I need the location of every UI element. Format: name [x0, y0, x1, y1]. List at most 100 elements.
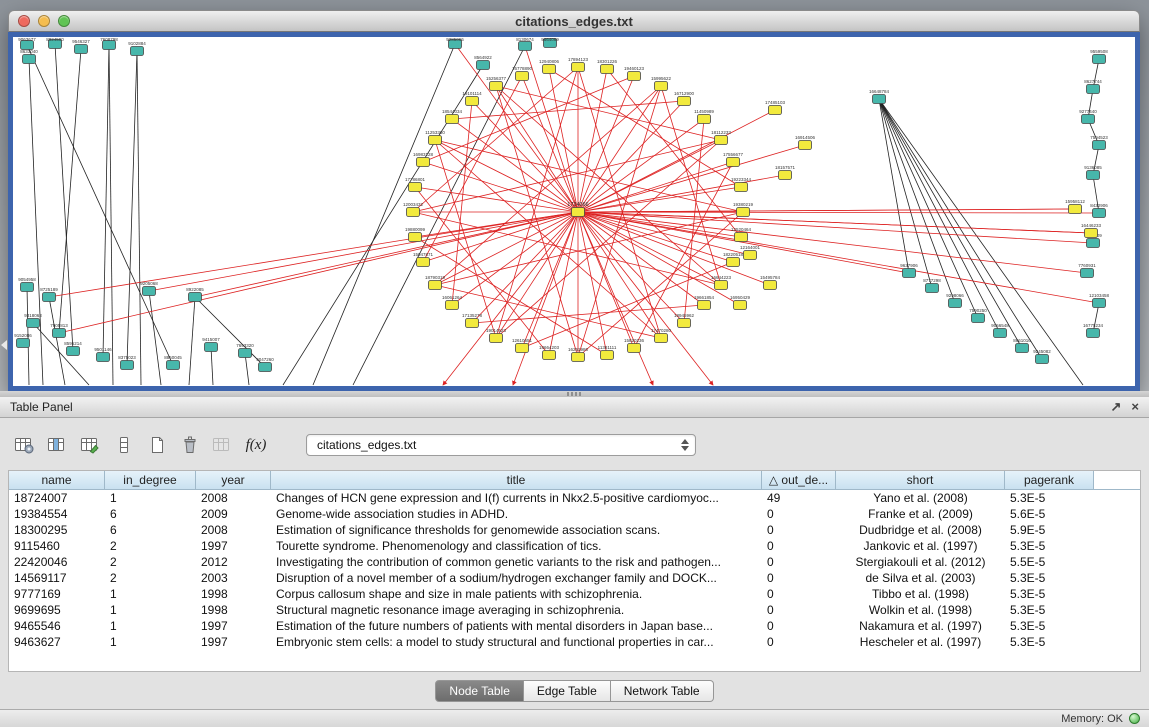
network-node[interactable]: [735, 233, 748, 242]
column-header-year[interactable]: year: [196, 471, 271, 490]
table-cell[interactable]: 9777169: [9, 587, 105, 601]
network-node[interactable]: [409, 233, 422, 242]
network-edge[interactable]: [103, 45, 109, 357]
network-node[interactable]: [769, 106, 782, 115]
network-edge[interactable]: [149, 291, 161, 385]
table-cell[interactable]: Disruption of a novel member of a sodium…: [271, 571, 762, 585]
network-node[interactable]: [23, 55, 36, 64]
network-edge[interactable]: [472, 101, 578, 212]
tab-network-table[interactable]: Network Table: [611, 680, 714, 702]
table-cell[interactable]: Franke et al. (2009): [836, 507, 1005, 521]
network-edge[interactable]: [443, 212, 578, 385]
network-edge[interactable]: [59, 49, 81, 333]
table-cell[interactable]: Tourette syndrome. Phenomenology and cla…: [271, 539, 762, 553]
network-node[interactable]: [655, 82, 668, 91]
table-cell[interactable]: 5.6E-5: [1005, 507, 1094, 521]
network-node[interactable]: [628, 344, 641, 353]
tab-edge-table[interactable]: Edge Table: [524, 680, 611, 702]
network-node[interactable]: [1087, 329, 1100, 338]
network-node[interactable]: [516, 72, 529, 81]
table-row[interactable]: 1456911722003Disruption of a novel membe…: [9, 570, 1140, 586]
table-cell[interactable]: Tibbo et al. (1998): [836, 587, 1005, 601]
table-cell[interactable]: Corpus callosum shape and size in male p…: [271, 587, 762, 601]
network-node[interactable]: [446, 301, 459, 310]
network-node[interactable]: [764, 281, 777, 290]
network-edge[interactable]: [549, 69, 578, 212]
network-node[interactable]: [189, 293, 202, 302]
table-cell[interactable]: 9465546: [9, 619, 105, 633]
table-cell[interactable]: 9115460: [9, 539, 105, 553]
network-edge[interactable]: [195, 297, 265, 367]
table-cell[interactable]: 0: [762, 587, 836, 601]
network-node[interactable]: [799, 141, 812, 150]
table-row[interactable]: 1938455462009Genome-wide association stu…: [9, 506, 1140, 522]
table-source-select[interactable]: citations_edges.txt: [306, 434, 696, 456]
table-cell[interactable]: 0: [762, 571, 836, 585]
close-panel-icon[interactable]: ×: [1131, 400, 1139, 414]
table-cell[interactable]: Dudbridge et al. (2008): [836, 523, 1005, 537]
network-edge[interactable]: [452, 101, 684, 119]
network-edge[interactable]: [879, 99, 932, 288]
network-node[interactable]: [1087, 239, 1100, 248]
network-node[interactable]: [466, 97, 479, 106]
table-cell[interactable]: 2003: [196, 571, 271, 585]
network-edge[interactable]: [496, 86, 578, 212]
network-edge[interactable]: [59, 212, 578, 333]
network-view-window[interactable]: citations_edges.txt 90636778824590954632…: [8, 10, 1140, 391]
select-columns-icon[interactable]: [45, 434, 71, 456]
table-cell[interactable]: 2012: [196, 555, 271, 569]
table-cell[interactable]: 1: [105, 603, 196, 617]
network-node[interactable]: [1093, 141, 1106, 150]
collapse-panel-icon[interactable]: [1, 340, 7, 350]
table-cell[interactable]: Wolkin et al. (1998): [836, 603, 1005, 617]
network-node[interactable]: [131, 47, 144, 56]
table-cell[interactable]: 1: [105, 619, 196, 633]
network-node[interactable]: [466, 319, 479, 328]
network-node[interactable]: [17, 339, 30, 348]
close-window-button[interactable]: [18, 15, 30, 27]
table-cell[interactable]: Embryonic stem cells: a model to study s…: [271, 635, 762, 649]
column-header-in_degree[interactable]: in_degree: [105, 471, 196, 490]
network-node[interactable]: [1016, 344, 1029, 353]
table-cell[interactable]: 22420046: [9, 555, 105, 569]
table-row[interactable]: 977716911998Corpus callosum shape and si…: [9, 586, 1140, 602]
network-node[interactable]: [1093, 209, 1106, 218]
network-node[interactable]: [727, 158, 740, 167]
network-node[interactable]: [715, 281, 728, 290]
network-edge[interactable]: [549, 212, 578, 355]
network-node[interactable]: [628, 72, 641, 81]
network-node[interactable]: [735, 183, 748, 192]
network-edge[interactable]: [435, 140, 661, 338]
table-cell[interactable]: 49: [762, 491, 836, 505]
function-builder-icon[interactable]: f(x): [243, 434, 269, 456]
table-cell[interactable]: Investigating the contribution of common…: [271, 555, 762, 569]
network-node[interactable]: [1085, 229, 1098, 238]
network-node[interactable]: [21, 283, 34, 292]
network-node[interactable]: [543, 65, 556, 74]
network-edge[interactable]: [109, 45, 113, 385]
table-cell[interactable]: 1998: [196, 587, 271, 601]
network-canvas[interactable]: 9063677882459095463277608798910288486330…: [13, 37, 1135, 386]
table-cell[interactable]: 2008: [196, 523, 271, 537]
network-node[interactable]: [429, 281, 442, 290]
table-cell[interactable]: 5.3E-5: [1005, 571, 1094, 585]
network-edge[interactable]: [313, 44, 455, 385]
table-cell[interactable]: 0: [762, 603, 836, 617]
network-node[interactable]: [678, 97, 691, 106]
network-edge[interactable]: [879, 99, 1042, 359]
network-edge[interactable]: [496, 212, 578, 338]
table-settings-icon[interactable]: [12, 434, 38, 456]
table-row[interactable]: 1872400712008Changes of HCN gene express…: [9, 490, 1140, 506]
table-cell[interactable]: 5.3E-5: [1005, 587, 1094, 601]
window-titlebar[interactable]: citations_edges.txt: [8, 10, 1140, 32]
column-header-name[interactable]: name: [9, 471, 105, 490]
network-node[interactable]: [1081, 269, 1094, 278]
column-header-pagerank[interactable]: pagerank: [1005, 471, 1094, 490]
network-node[interactable]: [744, 251, 757, 260]
network-node[interactable]: [1093, 55, 1106, 64]
network-node[interactable]: [167, 361, 180, 370]
table-cell[interactable]: 18724007: [9, 491, 105, 505]
network-edge[interactable]: [49, 212, 578, 297]
table-row[interactable]: 911546021997Tourette syndrome. Phenomeno…: [9, 538, 1140, 554]
table-cell[interactable]: Stergiakouli et al. (2012): [836, 555, 1005, 569]
